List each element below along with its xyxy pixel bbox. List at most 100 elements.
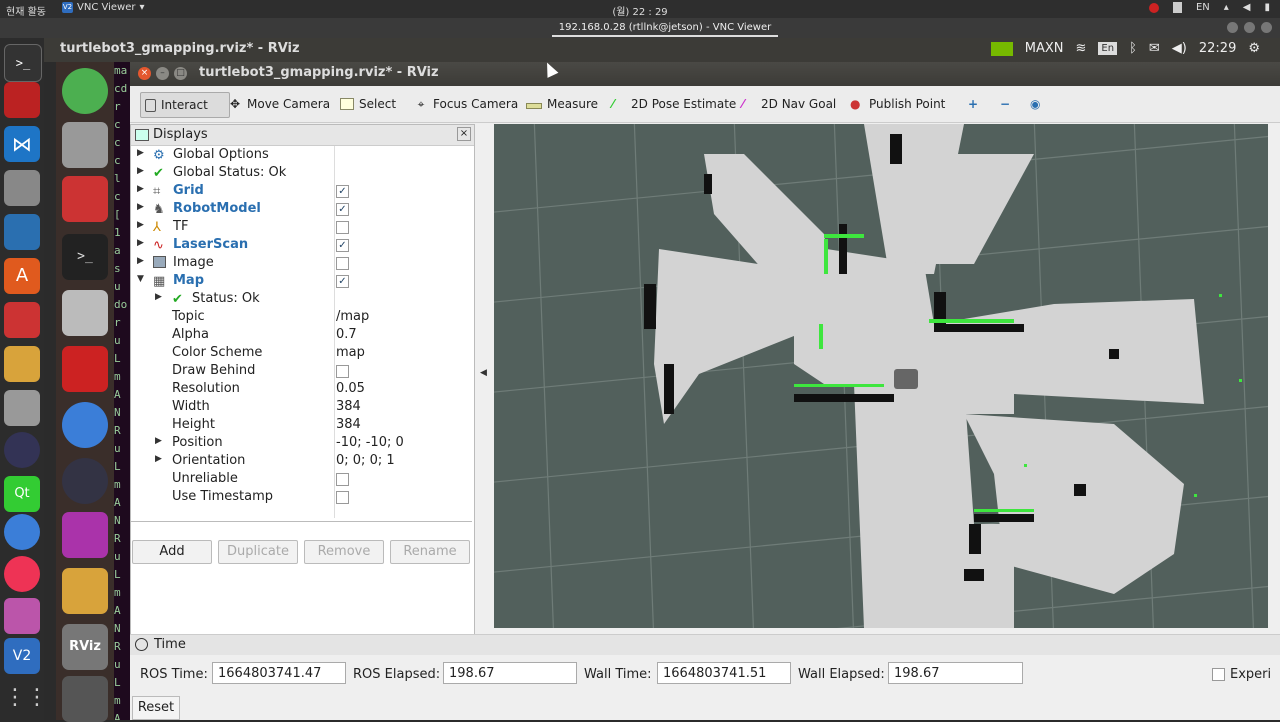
add-display-button[interactable]: Add xyxy=(132,540,212,564)
property-draw-behind[interactable]: Draw Behind xyxy=(131,362,474,380)
ros-time-field[interactable]: 1664803741.47 xyxy=(212,662,346,684)
host-clock[interactable]: (월) 22 : 29 xyxy=(600,3,680,18)
panel-time[interactable]: 22:29 xyxy=(1199,41,1236,56)
terminal-icon[interactable]: >_ xyxy=(62,234,108,280)
chromium-icon[interactable] xyxy=(62,402,108,448)
property-checkbox[interactable] xyxy=(336,473,349,486)
tree-row-robotmodel[interactable]: ▶ ♞ RobotModel ✓ xyxy=(131,200,474,218)
close-icon[interactable]: × xyxy=(138,67,151,80)
tree-row-laserscan[interactable]: ▶ ∿ LaserScan ✓ xyxy=(131,236,474,254)
qt-icon[interactable]: Qt xyxy=(4,476,40,512)
expand-arrow-icon[interactable]: ▶ xyxy=(137,148,144,158)
tree-row-grid[interactable]: ▶ ⌗ Grid ✓ xyxy=(131,182,474,200)
background-terminal[interactable]: ma cd r c c c l c [ 1 a s u do r u L m A… xyxy=(114,62,130,720)
collapse-panel-arrow-icon[interactable]: ◀ xyxy=(480,368,487,378)
focus-camera-tool[interactable]: ⌖ Focus Camera xyxy=(410,92,522,116)
pose-estimate-tool[interactable]: ⁄ 2D Pose Estimate xyxy=(608,92,740,116)
expand-arrow-icon[interactable]: ▶ xyxy=(155,436,162,446)
expand-arrow-icon[interactable]: ▶ xyxy=(155,292,162,302)
screen-share-icon[interactable] xyxy=(62,512,108,558)
show-apps-icon[interactable]: ⋮⋮ xyxy=(4,680,48,716)
rviz-icon[interactable]: RViz xyxy=(62,624,108,670)
chromium-icon[interactable] xyxy=(4,514,40,550)
tree-row-global-options[interactable]: ▶ ⚙ Global Options xyxy=(131,146,474,164)
wifi-icon[interactable]: ≋ xyxy=(1076,41,1087,56)
add-tool-button[interactable]: + xyxy=(964,92,982,116)
property-topic[interactable]: Topic /map xyxy=(131,308,474,326)
measure-tool[interactable]: Measure xyxy=(522,92,602,116)
property-value[interactable]: 0; 0; 0; 1 xyxy=(336,453,395,468)
enable-checkbox[interactable]: ✓ xyxy=(336,275,349,288)
property-height[interactable]: Height 384 xyxy=(131,416,474,434)
vnc-viewer-icon[interactable]: V2 xyxy=(4,638,40,674)
media-icon[interactable] xyxy=(4,432,40,468)
tree-row-global-status[interactable]: ▶ ✔ Global Status: Ok xyxy=(131,164,474,182)
property-use-timestamp[interactable]: Use Timestamp xyxy=(131,488,474,506)
close-panel-icon[interactable]: × xyxy=(457,127,471,141)
lang-indicator[interactable]: EN xyxy=(1196,2,1210,13)
ubuntu-logo-icon[interactable] xyxy=(62,68,108,114)
gpu-mode[interactable]: MAXN xyxy=(1025,41,1064,56)
drive-icon[interactable] xyxy=(62,676,108,722)
view-options-button[interactable]: ◉ xyxy=(1026,92,1044,116)
render-3d-view[interactable] xyxy=(494,124,1268,628)
maximize-icon[interactable] xyxy=(1244,22,1255,33)
nvidia-icon[interactable] xyxy=(990,41,1013,56)
property-value[interactable]: 0.05 xyxy=(336,381,365,396)
media-player-icon[interactable] xyxy=(62,458,108,504)
input-lang-indicator[interactable]: En xyxy=(1098,42,1118,55)
expand-arrow-icon[interactable]: ▶ xyxy=(137,166,144,176)
property-checkbox[interactable] xyxy=(336,365,349,378)
text-editor-icon[interactable] xyxy=(62,568,108,614)
property-color-scheme[interactable]: Color Scheme map xyxy=(131,344,474,362)
robot-model[interactable] xyxy=(894,369,918,389)
files-icon[interactable] xyxy=(4,170,40,206)
interact-tool[interactable]: Interact xyxy=(140,92,230,118)
vnc-viewer-menu[interactable]: V2 VNC Viewer ▾ xyxy=(62,2,145,13)
browser-icon[interactable] xyxy=(4,556,40,592)
minimize-icon[interactable] xyxy=(1227,22,1238,33)
expand-arrow-icon[interactable]: ▶ xyxy=(137,220,144,230)
record-icon[interactable] xyxy=(1148,2,1159,13)
wall-elapsed-field[interactable]: 198.67 xyxy=(888,662,1023,684)
expand-arrow-icon[interactable]: ▶ xyxy=(137,202,144,212)
rename-display-button[interactable]: Rename xyxy=(390,540,470,564)
camera-icon[interactable] xyxy=(4,390,40,426)
tree-row-tf[interactable]: ▶ ⅄ TF xyxy=(131,218,474,236)
duplicate-display-button[interactable]: Duplicate xyxy=(218,540,298,564)
network-icon[interactable]: ▴ xyxy=(1224,2,1229,13)
screen-share-icon[interactable] xyxy=(4,82,40,118)
expand-arrow-icon[interactable]: ▶ xyxy=(137,238,144,248)
bluetooth-icon[interactable]: ᛒ xyxy=(1129,41,1137,56)
property-checkbox[interactable] xyxy=(336,491,349,504)
publish-point-tool[interactable]: ● Publish Point xyxy=(846,92,949,116)
property-value[interactable]: -10; -10; 0 xyxy=(336,435,404,450)
activities-label[interactable]: 현재 활동 xyxy=(6,3,46,18)
battery-icon[interactable]: ▮ xyxy=(1264,2,1270,13)
remove-display-button[interactable]: Remove xyxy=(304,540,384,564)
minimize-icon[interactable]: – xyxy=(156,67,169,80)
tree-row-map[interactable]: ▼ ▦ Map ✓ xyxy=(131,272,474,290)
property-value[interactable]: 384 xyxy=(336,399,361,414)
expand-arrow-icon[interactable]: ▶ xyxy=(137,256,144,266)
document-icon[interactable] xyxy=(4,214,40,250)
mail-icon[interactable]: ✉ xyxy=(1149,41,1160,56)
terminal-icon[interactable]: >_ xyxy=(4,44,42,82)
experimental-checkbox[interactable] xyxy=(1212,668,1225,681)
remote-desktop-icon[interactable] xyxy=(62,346,108,392)
property-unreliable[interactable]: Unreliable xyxy=(131,470,474,488)
screenshot-icon[interactable] xyxy=(62,290,108,336)
property-value[interactable]: 384 xyxy=(336,417,361,432)
volume-icon[interactable]: ◀) xyxy=(1172,41,1187,56)
property-value[interactable]: 0.7 xyxy=(336,327,357,342)
enable-checkbox[interactable]: ✓ xyxy=(336,203,349,216)
reset-button[interactable]: Reset xyxy=(132,696,180,720)
close-icon[interactable] xyxy=(1261,22,1272,33)
files-icon[interactable] xyxy=(62,122,108,168)
nav-goal-tool[interactable]: ⁄ 2D Nav Goal xyxy=(738,92,840,116)
text-editor-icon[interactable] xyxy=(4,346,40,382)
property-position[interactable]: ▶ Position -10; -10; 0 xyxy=(131,434,474,452)
vscode-icon[interactable]: ⋈ xyxy=(4,126,40,162)
software-center-icon[interactable]: A xyxy=(4,258,40,294)
remove-tool-button[interactable]: − xyxy=(996,92,1014,116)
